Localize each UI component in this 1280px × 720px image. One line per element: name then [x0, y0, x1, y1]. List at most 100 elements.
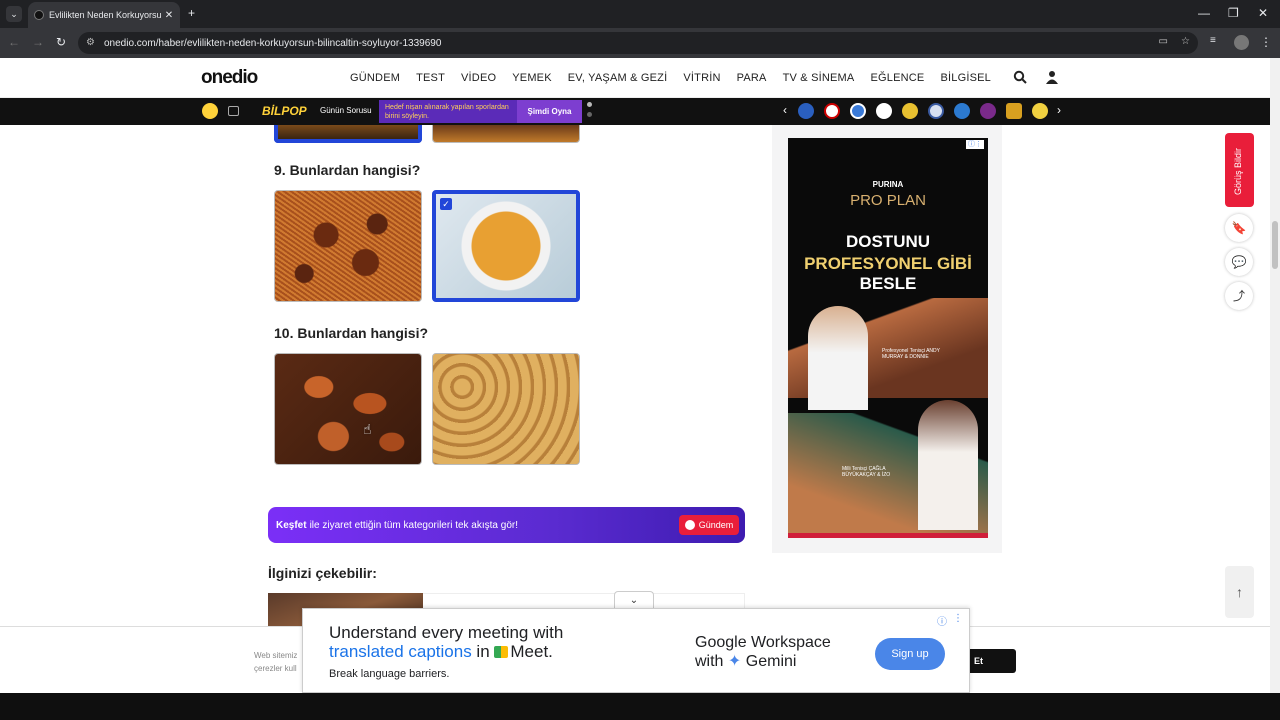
team-logo-icon[interactable]	[850, 103, 866, 119]
scrollbar-thumb[interactable]	[1272, 221, 1278, 269]
team-logo-icon[interactable]	[1032, 103, 1048, 119]
search-icon[interactable]	[1012, 70, 1028, 86]
team-logo-icon[interactable]	[954, 103, 970, 119]
roasted-chicken-image	[275, 354, 421, 464]
page-scrollbar[interactable]	[1270, 58, 1280, 693]
soup-bowl-image	[436, 194, 576, 298]
answer-option-q10-a[interactable]	[274, 353, 422, 465]
chevron-right-icon[interactable]: ›	[1057, 103, 1061, 117]
team-logo-icon[interactable]	[876, 103, 892, 119]
team-logo-icon[interactable]	[1006, 103, 1022, 119]
nav-item-eglence[interactable]: EĞLENCE	[870, 72, 924, 84]
nav-item-gundem[interactable]: GÜNDEM	[350, 72, 400, 84]
ad-choices-icon[interactable]: ⓘ	[937, 613, 947, 628]
nav-item-para[interactable]: PARA	[737, 72, 767, 84]
share-icon[interactable]: ⤴	[1225, 282, 1253, 310]
ad-brand-prefix: with	[695, 653, 728, 670]
reload-icon[interactable]: ↻	[56, 35, 66, 49]
gundem-button-label: Gündem	[698, 520, 734, 530]
mouse-cursor-icon: ☝	[363, 421, 372, 437]
ad-brand: Google Workspace with ✦ Gemini	[695, 633, 831, 671]
feedback-button[interactable]: Görüş Bildir	[1225, 133, 1254, 207]
team-logo-icon[interactable]	[928, 103, 944, 119]
url-text: onedio.com/haber/evlilikten-neden-korkuy…	[104, 37, 442, 49]
forward-icon[interactable]: →	[32, 35, 44, 49]
nav-item-ev-yasam-gezi[interactable]: EV, YAŞAM & GEZİ	[568, 72, 668, 84]
carousel-dot[interactable]	[587, 112, 592, 117]
ad-headline-1: DOSTUNU	[845, 232, 931, 251]
nav-item-tv-sinema[interactable]: TV & SİNEMA	[783, 72, 855, 84]
browser-tab[interactable]: Evlilikten Neden Korkuyorsun? Bilinçaltı…	[28, 2, 180, 28]
comments-icon[interactable]: 💬	[1225, 248, 1253, 276]
answer-option-q10-b[interactable]	[432, 353, 580, 465]
kesfet-text: ile ziyaret ettiğin tüm kategorileri tek…	[309, 519, 519, 531]
collapse-ad-chevron-icon[interactable]: ⌄	[614, 591, 654, 609]
main-nav: GÜNDEM TEST VİDEO YEMEK EV, YAŞAM & GEZİ…	[350, 72, 1007, 84]
profile-avatar[interactable]	[1234, 35, 1249, 50]
gundem-button[interactable]: Gündem	[679, 515, 739, 535]
team-logo-icon[interactable]	[902, 103, 918, 119]
ad-info-icon[interactable]: ⓘ⋮	[966, 140, 984, 149]
tab-search-icon[interactable]: ⌄	[6, 6, 22, 22]
cookie-text-line1: Web sitemiz	[254, 651, 298, 660]
ad-line-3: Break language barriers.	[329, 668, 450, 680]
nav-item-bilgisel[interactable]: BİLGİSEL	[940, 72, 991, 84]
install-icon[interactable]: ▭	[1159, 36, 1168, 47]
nav-item-video[interactable]: VİDEO	[461, 72, 496, 84]
ad-person-1	[808, 306, 868, 410]
back-icon[interactable]: ←	[8, 35, 20, 49]
site-favicon-icon	[34, 10, 44, 20]
user-icon[interactable]	[1044, 70, 1060, 86]
kesfet-banner[interactable]: Keşfet ile ziyaret ettiğin tüm kategoril…	[268, 507, 745, 543]
related-title: İlginizi çekebilir:	[268, 565, 377, 581]
taskbar	[0, 693, 1280, 720]
ad-footer-bar	[788, 533, 988, 538]
ad-line-2-rest: in	[471, 642, 495, 661]
chevron-left-icon[interactable]: ‹	[783, 103, 787, 117]
ticket-icon[interactable]	[228, 106, 239, 116]
cookie-accept-button[interactable]: Et	[962, 649, 1016, 673]
new-tab-icon[interactable]: +	[188, 6, 195, 20]
bookmark-icon[interactable]: 🔖	[1225, 214, 1253, 242]
ad-meet-label: Meet.	[510, 642, 553, 661]
answer-option-q9-a[interactable]	[274, 190, 422, 302]
carousel-dot[interactable]	[587, 102, 592, 107]
nav-item-vitrin[interactable]: VİTRİN	[683, 72, 720, 84]
google-workspace-ad[interactable]: ⓘ ⋮ Understand every meeting with transl…	[302, 608, 970, 693]
cookie-text: Web sitemiz çerezler kull	[254, 649, 297, 675]
team-logo-icon[interactable]	[980, 103, 996, 119]
ad-headline-2: PROFESYONEL GİBİ	[804, 254, 972, 273]
menu-icon[interactable]: ⋮	[1260, 35, 1272, 49]
site-header: onedio GÜNDEM TEST VİDEO YEMEK EV, YAŞAM…	[0, 58, 1270, 98]
bilpop-question: Hedef nişan alınarak yapılan sporlardan …	[379, 100, 517, 123]
games-icon[interactable]	[202, 103, 218, 119]
team-logo-icon[interactable]	[798, 103, 814, 119]
window-close-icon[interactable]: ✕	[1258, 6, 1268, 20]
ad-product: PRO PLAN	[850, 192, 926, 209]
answer-option-q8-b[interactable]	[432, 125, 580, 143]
answer-option-q9-b[interactable]: ✓	[432, 190, 580, 302]
url-field[interactable]: ⚙ onedio.com/haber/evlilikten-neden-kork…	[78, 32, 1198, 54]
ad-caption-2: Milli Tenisçi ÇAĞLA BÜYÜKAKÇAY & İZO	[842, 466, 891, 478]
close-tab-icon[interactable]: ✕	[162, 10, 176, 21]
site-info-icon[interactable]: ⚙	[86, 37, 95, 48]
scroll-to-top-button[interactable]: ↑	[1225, 566, 1254, 618]
media-icon[interactable]: ≡	[1210, 35, 1216, 46]
bilpop-logo[interactable]: BİLPOP	[262, 104, 307, 118]
ad-more-icon[interactable]: ⋮	[953, 613, 963, 624]
nav-item-yemek[interactable]: YEMEK	[512, 72, 552, 84]
minimize-icon[interactable]: —	[1198, 6, 1210, 20]
bookmark-star-icon[interactable]: ☆	[1181, 36, 1190, 47]
selected-check-icon: ✓	[440, 198, 452, 210]
purina-ad[interactable]: ⓘ⋮ PURINA PRO PLAN DOSTUNU PROFESYONEL G…	[788, 138, 988, 538]
team-logo-icon[interactable]	[824, 103, 840, 119]
sign-up-button[interactable]: Sign up	[875, 638, 945, 670]
nav-item-test[interactable]: TEST	[416, 72, 445, 84]
restore-icon[interactable]: ❐	[1228, 6, 1239, 20]
ad-line-2: translated captions in Meet.	[329, 642, 553, 662]
food-image	[278, 125, 418, 139]
kesfet-bold: Keşfet	[276, 519, 307, 531]
onedio-logo[interactable]: onedio	[201, 67, 258, 89]
simdi-oyna-button[interactable]: Şimdi Oyna	[517, 100, 582, 123]
answer-option-q8-a[interactable]	[274, 125, 422, 143]
